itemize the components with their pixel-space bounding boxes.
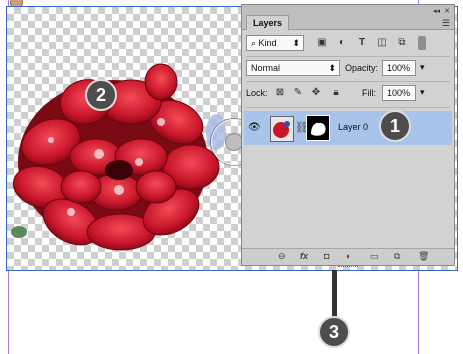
panel-menu-icon[interactable]: ☰: [442, 18, 450, 29]
lock-label: Lock:: [246, 88, 268, 98]
divider: [246, 107, 450, 108]
layers-panel: Layers ◂◂ ✕ ☰ ⌕ Kind ⬍ ▣ ◐ T ◫ ⧉ Normal …: [241, 4, 455, 266]
link-icon[interactable]: ⊖: [278, 251, 286, 262]
callout-line-3: [332, 270, 337, 318]
lock-image-icon[interactable]: ✎: [292, 87, 304, 99]
panel-tabbar: Layers ◂◂ ✕ ☰: [242, 5, 454, 30]
callout-marker-2: 2: [85, 79, 117, 111]
filter-toggle-icon[interactable]: [418, 36, 426, 50]
collapse-icon[interactable]: ◂◂: [433, 7, 440, 15]
mask-icon[interactable]: ◘: [324, 251, 329, 261]
close-icon[interactable]: ✕: [444, 7, 450, 15]
kind-filter-select[interactable]: ⌕ Kind ⬍: [246, 35, 304, 51]
lock-row: Lock: ⊠ ✎ ✥ 🔒︎ Fill: 100% ▾: [242, 85, 454, 103]
lock-transparent-icon[interactable]: ⊠: [274, 87, 286, 99]
search-icon: ⌕: [251, 38, 259, 48]
callout-marker-1: 1: [379, 110, 411, 142]
flower-image: [11, 63, 226, 251]
opacity-field[interactable]: 100%: [382, 60, 416, 76]
lock-position-icon[interactable]: ✥: [310, 87, 322, 99]
filter-adjustment-icon[interactable]: ◐: [336, 37, 348, 49]
chevron-down-icon: ⬍: [292, 38, 300, 48]
fx-icon[interactable]: fx: [300, 251, 308, 261]
layer-thumbnail-image: [271, 117, 293, 141]
callout-marker-3: 3: [318, 316, 350, 348]
blend-row: Normal ⬍ Opacity: 100% ▾: [242, 60, 454, 78]
new-layer-icon[interactable]: ⧉: [394, 251, 400, 262]
divider: [246, 56, 450, 57]
tab-layers[interactable]: Layers: [246, 15, 290, 30]
filter-row: ⌕ Kind ⬍ ▣ ◐ T ◫ ⧉: [242, 35, 454, 53]
layer-name[interactable]: Layer 0: [338, 122, 368, 132]
filter-pixel-icon[interactable]: ▣: [316, 37, 328, 49]
folder-icon[interactable]: ▭: [370, 251, 379, 262]
panel-resize-grip[interactable]: [338, 266, 358, 271]
lock-all-icon[interactable]: 🔒︎: [330, 87, 342, 99]
visibility-eye-icon[interactable]: 👁︎: [248, 122, 261, 133]
filter-smartobject-icon[interactable]: ⧉: [396, 37, 408, 49]
fill-dropdown-icon[interactable]: ▾: [420, 87, 425, 98]
opacity-label: Opacity:: [345, 63, 379, 73]
chevron-updown-icon: ⬍: [328, 63, 336, 73]
mask-shape: [311, 122, 326, 136]
adjustment-icon[interactable]: ◐: [346, 251, 351, 261]
divider: [246, 81, 450, 82]
blend-mode-select[interactable]: Normal ⬍: [246, 60, 340, 76]
layer-row[interactable]: 👁︎ ⛓ Layer 0: [244, 111, 452, 145]
panel-toolbar: ⊖ fx ◘ ◐ ▭ ⧉ 🗑︎: [242, 248, 454, 265]
opacity-dropdown-icon[interactable]: ▾: [420, 62, 425, 73]
trash-icon[interactable]: 🗑︎: [418, 251, 429, 262]
filter-shape-icon[interactable]: ◫: [376, 37, 388, 49]
layer-thumbnail[interactable]: [270, 116, 294, 142]
fill-field[interactable]: 100%: [382, 85, 416, 101]
layer-mask-thumbnail[interactable]: [306, 115, 330, 141]
filter-type-icon[interactable]: T: [356, 37, 368, 49]
fill-label: Fill:: [362, 88, 376, 98]
